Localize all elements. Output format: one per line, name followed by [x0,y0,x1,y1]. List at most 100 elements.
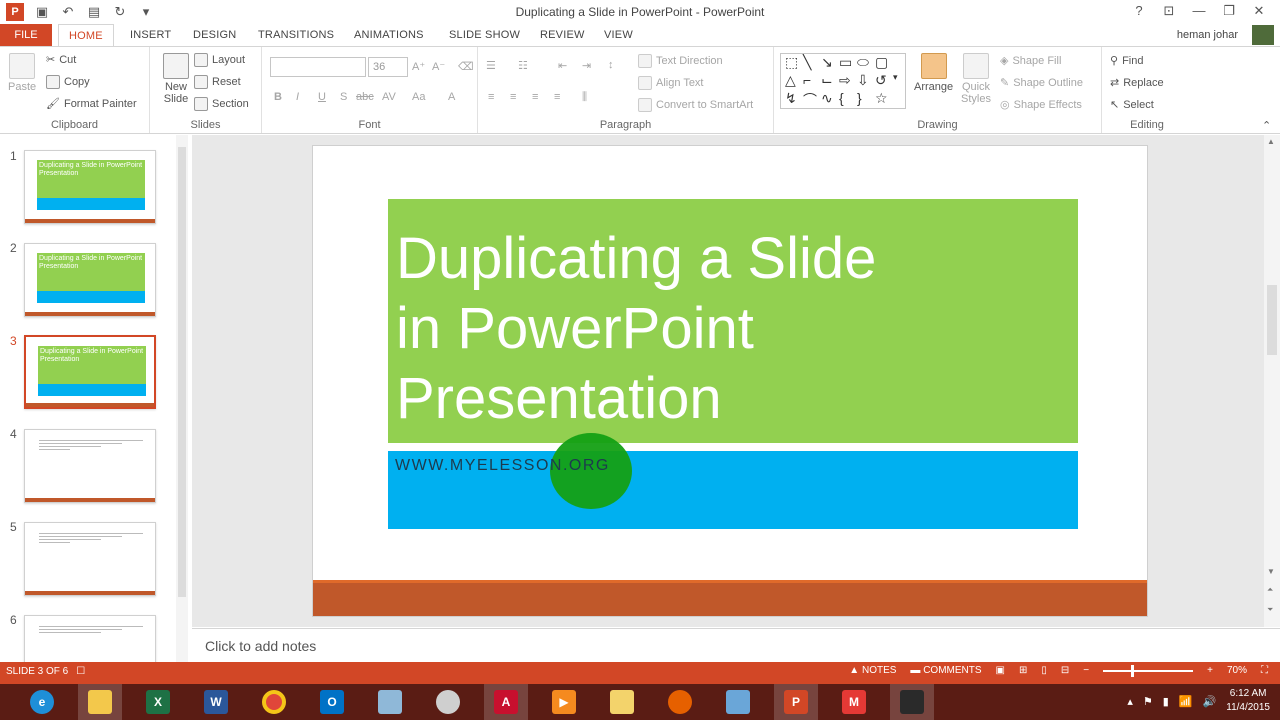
cut-button[interactable]: ✂ Cut [46,53,76,67]
textbox-shape-icon[interactable]: ⬚ [785,54,798,71]
font-name-combo[interactable] [270,57,366,77]
taskbar-app[interactable] [368,684,412,720]
taskbar-acrobat[interactable]: A [484,684,528,720]
reading-view-icon[interactable]: ▯ [1041,665,1047,676]
shapes-more-icon[interactable]: ▾ [893,72,898,83]
section-button[interactable]: Section [194,97,249,111]
avatar[interactable] [1252,25,1274,45]
rectangle-shape-icon[interactable]: ▭ [839,54,852,71]
star-shape-icon[interactable]: ☆ [875,90,888,107]
help-button[interactable]: ? [1124,2,1154,20]
shapes-gallery[interactable]: ⬚ ╲ ↘ ▭ ⬭ ▢ △ ⌐ ⌙ ⇨ ⇩ ↺ ↯ ⌒ ∿ { } ☆ ▾ [780,53,906,109]
scroll-up-icon[interactable]: ▲ [1267,137,1275,146]
justify-icon[interactable]: ≡ [554,91,560,103]
format-painter-button[interactable]: 🖌 Format Painter [46,97,137,111]
line-spacing-icon[interactable]: ↕ [608,59,614,71]
taskbar-folder[interactable] [600,684,644,720]
strikethrough-button[interactable]: abc [356,91,374,103]
line-shape-icon[interactable]: ╲ [803,54,811,71]
fit-slide-icon[interactable]: ⛶ [1261,665,1268,676]
zoom-out-button[interactable]: − [1083,665,1089,676]
select-button[interactable]: ↖ Select [1110,98,1154,112]
slideshow-view-icon[interactable]: ⊟ [1061,665,1069,676]
scrollbar-thumb[interactable] [1267,285,1277,355]
tray-expand-icon[interactable]: ▴ [1127,695,1133,708]
right-arrow-shape-icon[interactable]: ⇨ [839,72,851,89]
volume-icon[interactable]: 🔊 [1203,695,1217,708]
slide-thumbnail-5[interactable] [24,522,156,596]
tab-slide-show[interactable]: SLIDE SHOW [449,24,520,46]
decrease-indent-icon[interactable]: ⇤ [558,59,567,72]
rounded-rect-shape-icon[interactable]: ▢ [875,54,888,71]
down-arrow-shape-icon[interactable]: ⇩ [857,72,869,89]
minimize-button[interactable]: — [1184,2,1214,20]
flag-icon[interactable]: ⚑ [1143,695,1153,708]
notes-pane[interactable]: Click to add notes [192,628,1280,662]
bold-button[interactable]: B [274,91,282,103]
tab-design[interactable]: DESIGN [193,24,236,46]
change-case-button[interactable]: Aa [412,91,425,103]
tab-home[interactable]: HOME [58,24,114,47]
paste-button[interactable]: Paste [8,53,36,93]
right-brace-shape-icon[interactable]: } [857,90,862,106]
notes-button[interactable]: ▲ NOTES [849,665,896,676]
scrollbar-thumb[interactable] [178,147,186,597]
shape-outline-button[interactable]: ✎ Shape Outline [1000,76,1083,90]
taskbar-app[interactable] [890,684,934,720]
freeform-shape-icon[interactable]: ∿ [821,90,833,107]
normal-view-icon[interactable]: ▣ [996,665,1005,676]
character-spacing-button[interactable]: AV [382,91,396,103]
copy-button[interactable]: Copy [46,75,90,89]
columns-icon[interactable]: ⫼ [582,91,587,104]
zoom-in-button[interactable]: + [1207,665,1213,676]
underline-button[interactable]: U [318,91,326,103]
clear-formatting-icon[interactable]: ⌫ [458,60,474,73]
shape-fill-button[interactable]: ◈ Shape Fill [1000,54,1061,68]
arrange-button[interactable]: Arrange [914,53,953,93]
tab-animations[interactable]: ANIMATIONS [354,24,424,46]
collapse-ribbon-icon[interactable]: ⌃ [1262,119,1271,132]
slide-thumbnail-4[interactable] [24,429,156,503]
arrow-line-shape-icon[interactable]: ↘ [821,54,833,71]
increase-font-icon[interactable]: A⁺ [412,60,425,73]
tab-file[interactable]: FILE [0,24,52,46]
font-size-combo[interactable]: 36 [368,57,408,77]
quick-styles-button[interactable]: Quick Styles [958,53,994,105]
arc-shape-icon[interactable]: ⌒ [803,90,817,110]
shape-effects-button[interactable]: ◎ Shape Effects [1000,98,1082,112]
italic-button[interactable]: I [296,91,299,103]
battery-icon[interactable]: ▮ [1163,695,1169,708]
numbering-icon[interactable]: ☷ [518,59,528,72]
taskbar-app[interactable] [426,684,470,720]
taskbar-powerpoint[interactable]: P [774,684,818,720]
tab-view[interactable]: VIEW [604,24,633,46]
align-left-icon[interactable]: ≡ [488,91,494,103]
slide-thumbnail-6[interactable] [24,615,156,662]
scroll-down-icon[interactable]: ▼ [1267,567,1275,576]
increase-indent-icon[interactable]: ⇥ [582,59,591,72]
restore-button[interactable]: ❐ [1214,2,1244,20]
slide-thumbnail-3[interactable]: Duplicating a Slide in PowerPoint Presen… [24,335,156,409]
tab-insert[interactable]: INSERT [130,24,171,46]
clock[interactable]: 6:12 AM 11/4/2015 [1226,687,1270,715]
slide-sorter-icon[interactable]: ⊞ [1019,665,1027,676]
ribbon-display-options-icon[interactable]: ⊡ [1154,2,1184,20]
tab-transitions[interactable]: TRANSITIONS [258,24,334,46]
close-button[interactable]: ✕ [1244,2,1274,20]
notes-placeholder[interactable]: Click to add notes [205,638,316,654]
slide-subtitle[interactable]: WWW.MYELESSON.ORG [395,457,610,475]
curve-shape-icon[interactable]: ↯ [785,90,797,107]
decrease-font-icon[interactable]: A⁻ [432,60,445,73]
bullets-icon[interactable]: ☰ [486,59,496,72]
find-button[interactable]: ⚲ Find [1110,54,1143,68]
taskbar-app[interactable] [716,684,760,720]
taskbar-media[interactable]: ▶ [542,684,586,720]
network-icon[interactable]: 📶 [1179,695,1193,708]
taskbar-word[interactable]: W [194,684,238,720]
thumbnails-scrollbar[interactable] [176,135,188,662]
zoom-slider[interactable] [1103,664,1194,677]
canvas-scrollbar[interactable]: ▲ ▼ ⏶ ⏷ [1264,135,1280,627]
align-right-icon[interactable]: ≡ [532,91,538,103]
align-center-icon[interactable]: ≡ [510,91,516,103]
taskbar-chrome[interactable] [252,684,296,720]
